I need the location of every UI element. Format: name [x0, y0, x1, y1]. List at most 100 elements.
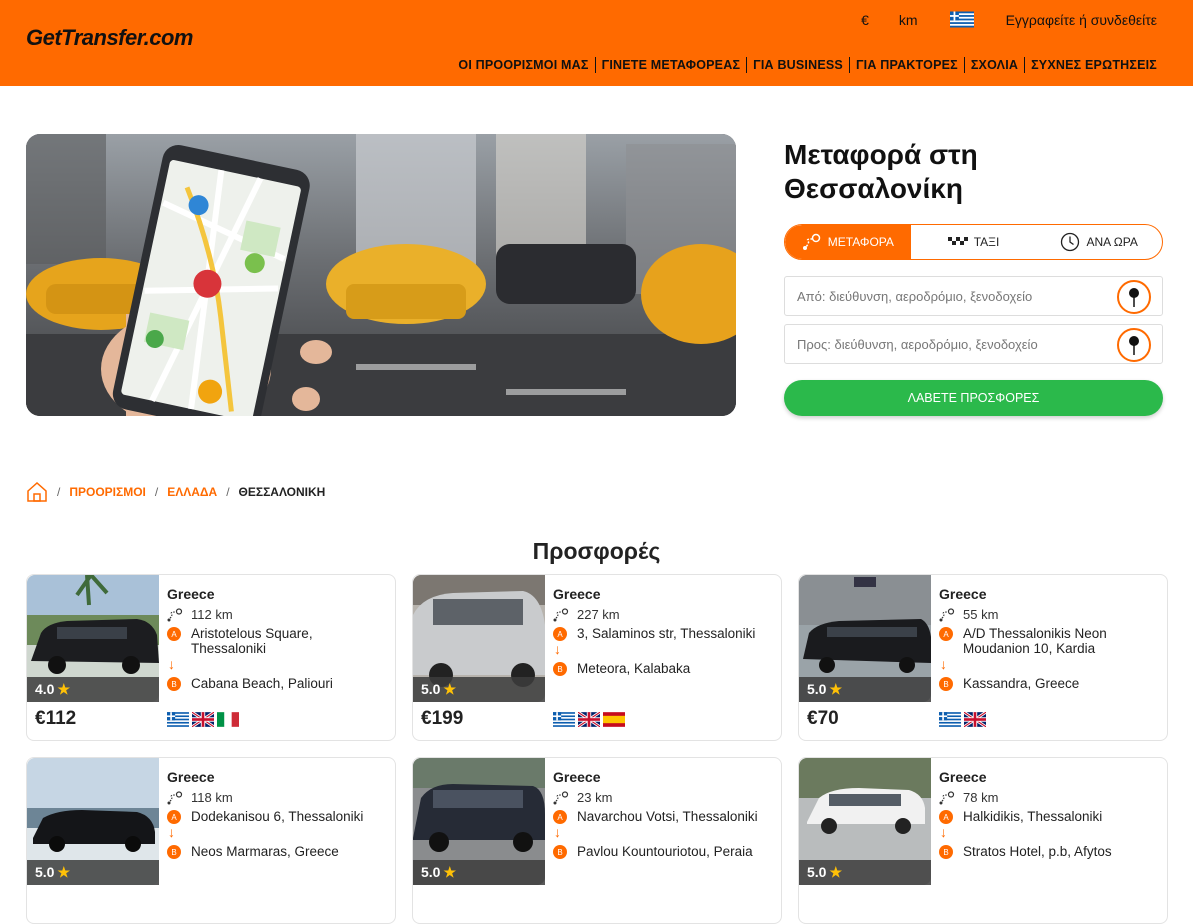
route-destination: B Pavlou Kountouriotou, Peraia — [553, 844, 773, 859]
login-link[interactable]: Εγγραφείτε ή συνδεθείτε — [1006, 12, 1157, 28]
route-icon — [802, 233, 821, 250]
offer-price: €199 — [421, 708, 464, 729]
map-pin-icon — [1129, 288, 1139, 307]
rating-value: 5.0 — [421, 681, 441, 697]
taxi-checker-icon — [947, 237, 968, 245]
point-a-icon: A — [939, 627, 953, 641]
from-pin-button[interactable] — [1117, 280, 1151, 314]
offer-card[interactable]: 5.0 ★ Greece 55 km A A/D Thessalonikis Neon M… — [798, 574, 1168, 741]
arrow-down-icon: ↓ — [940, 824, 947, 840]
route-origin: A Halkidikis, Thessaloniki — [939, 809, 1159, 824]
route-icon — [553, 607, 569, 621]
nav-become-carrier[interactable]: ΓΙΝΕΤΕ ΜΕΤΑΦΟΡΕΑΣ — [594, 57, 747, 73]
point-b-icon: B — [939, 677, 953, 691]
offer-route: A Aristotelous Square, Thessaloniki ↓ B Caba… — [167, 626, 387, 691]
destination-address: Kassandra, Greece — [963, 676, 1080, 691]
offer-country: Greece — [167, 769, 215, 785]
offer-languages — [167, 712, 239, 727]
to-field — [784, 324, 1163, 364]
uk-flag-icon — [964, 712, 986, 727]
nav-agents[interactable]: ΓΙΑ ΠΡΑΚΤΟΡΕΣ — [848, 57, 964, 73]
rating-badge: 5.0 ★ — [413, 677, 545, 702]
breadcrumb-greece[interactable]: ΕΛΛΑΔΑ — [167, 485, 217, 499]
point-a-icon: A — [553, 810, 567, 824]
offer-languages — [553, 712, 625, 727]
to-input[interactable] — [797, 336, 1117, 352]
route-icon — [939, 790, 955, 804]
offer-distance: 112 km — [167, 607, 233, 622]
hero-image — [26, 134, 736, 416]
tab-taxi-label: ΤΑΞΙ — [973, 235, 1000, 249]
rating-badge: 5.0 ★ — [27, 860, 159, 885]
page-title: Μεταφορά στη Θεσσαλονίκη — [784, 139, 978, 204]
to-pin-button[interactable] — [1117, 328, 1151, 362]
home-icon[interactable] — [26, 481, 48, 503]
offer-distance: 227 km — [553, 607, 620, 622]
tab-hourly-label: ΑΝΑ ΩΡΑ — [1086, 235, 1138, 249]
route-origin: A Dodekanisou 6, Thessaloniki — [167, 809, 387, 824]
spanish-flag-icon — [603, 712, 625, 727]
point-b-icon: B — [167, 845, 181, 859]
tab-transfer-label: ΜΕΤΑΦΟΡΑ — [827, 235, 894, 249]
route-destination: B Meteora, Kalabaka — [553, 661, 773, 676]
currency-selector[interactable]: € — [861, 12, 869, 28]
offer-distance: 55 km — [939, 607, 998, 622]
arrow-down-icon: ↓ — [554, 641, 561, 657]
breadcrumb-current: ΘΕΣΣΑΛΟΝΙΚΗ — [238, 485, 326, 499]
breadcrumb-separator: / — [226, 485, 230, 499]
from-input[interactable] — [797, 288, 1117, 304]
greek-flag-icon — [553, 712, 575, 727]
offer-card[interactable]: 5.0 ★ Greece 23 km A Navarchou Votsi, Thessal… — [412, 757, 782, 924]
rating-badge: 5.0 ★ — [799, 860, 931, 885]
offer-route: A Navarchou Votsi, Thessaloniki ↓ B Pavlou K… — [553, 809, 773, 859]
route-origin: A Aristotelous Square, Thessaloniki — [167, 626, 387, 656]
destination-address: Neos Marmaras, Greece — [191, 844, 339, 859]
breadcrumb-destinations[interactable]: ΠΡΟΟΡΙΣΜΟΙ — [69, 485, 146, 499]
get-offers-button[interactable]: ΛΑΒΕΤΕ ΠΡΟΣΦΟΡΕΣ — [784, 380, 1163, 416]
uk-flag-icon — [578, 712, 600, 727]
tab-transfer[interactable]: ΜΕΤΑΦΟΡΑ — [785, 225, 911, 259]
nav-faq[interactable]: ΣΥΧΝΕΣ ΕΡΩΤΗΣΕΙΣ — [1024, 57, 1157, 73]
origin-address: Aristotelous Square, Thessaloniki — [191, 626, 313, 656]
nav-reviews[interactable]: ΣΧΟΛΙΑ — [963, 57, 1024, 73]
route-destination: B Neos Marmaras, Greece — [167, 844, 387, 859]
distance-value: 55 km — [963, 607, 999, 622]
point-b-icon: B — [167, 677, 181, 691]
arrow-down-icon: ↓ — [940, 656, 947, 672]
unit-selector[interactable]: km — [899, 12, 918, 28]
offer-country: Greece — [553, 769, 601, 785]
nav-business[interactable]: ΓΙΑ BUSINESS — [746, 57, 849, 73]
transfer-type-tabs: ΜΕΤΑΦΟΡΑ ΤΑΞΙ ΑΝΑ ΩΡΑ — [784, 224, 1163, 260]
offer-card[interactable]: 5.0 ★ Greece 227 km A 3, Salaminos str, Thess… — [412, 574, 782, 741]
logo[interactable]: GetTransfer.com — [26, 25, 193, 51]
greek-flag-icon — [167, 712, 189, 727]
arrow-down-icon: ↓ — [168, 656, 175, 672]
arrow-down-icon: ↓ — [554, 824, 561, 840]
distance-value: 118 km — [191, 790, 233, 805]
offer-route: A A/D Thessalonikis Neon Moudanion 10, Ka… — [939, 626, 1159, 691]
star-icon: ★ — [829, 681, 843, 697]
point-b-icon: B — [553, 662, 567, 676]
nav-destinations[interactable]: ΟΙ ΠΡΟΟΡΙΣΜΟΙ ΜΑΣ — [452, 57, 594, 73]
main-nav: ΟΙ ΠΡΟΟΡΙΣΜΟΙ ΜΑΣ ΓΙΝΕΤΕ ΜΕΤΑΦΟΡΕΑΣ ΓΙΑ … — [452, 57, 1157, 73]
offer-distance: 118 km — [167, 790, 233, 805]
route-icon — [939, 607, 955, 621]
offer-card[interactable]: 5.0 ★ Greece 118 km A Dodekanisou 6, Thessalo… — [26, 757, 396, 924]
greek-flag-icon — [939, 712, 961, 727]
offer-country: Greece — [553, 586, 601, 602]
offer-card[interactable]: 4.0 ★ Greece 112 km A Aristotelous Square, Th… — [26, 574, 396, 741]
top-bar: € km Εγγραφείτε ή συνδεθείτε — [861, 11, 1157, 28]
rating-value: 4.0 — [35, 681, 55, 697]
destination-address: Cabana Beach, Paliouri — [191, 676, 333, 691]
tab-taxi[interactable]: ΤΑΞΙ — [911, 225, 1037, 259]
point-a-icon: A — [167, 810, 181, 824]
tab-hourly[interactable]: ΑΝΑ ΩΡΑ — [1036, 225, 1162, 259]
offer-country: Greece — [939, 769, 987, 785]
offer-card[interactable]: 5.0 ★ Greece 78 km A Halkidikis, Thessaloniki… — [798, 757, 1168, 924]
clock-icon — [1061, 232, 1080, 252]
greek-flag-icon[interactable] — [949, 11, 974, 28]
offer-distance: 78 km — [939, 790, 998, 805]
route-destination: B Cabana Beach, Paliouri — [167, 676, 387, 691]
route-icon — [167, 790, 183, 804]
point-b-icon: B — [553, 845, 567, 859]
